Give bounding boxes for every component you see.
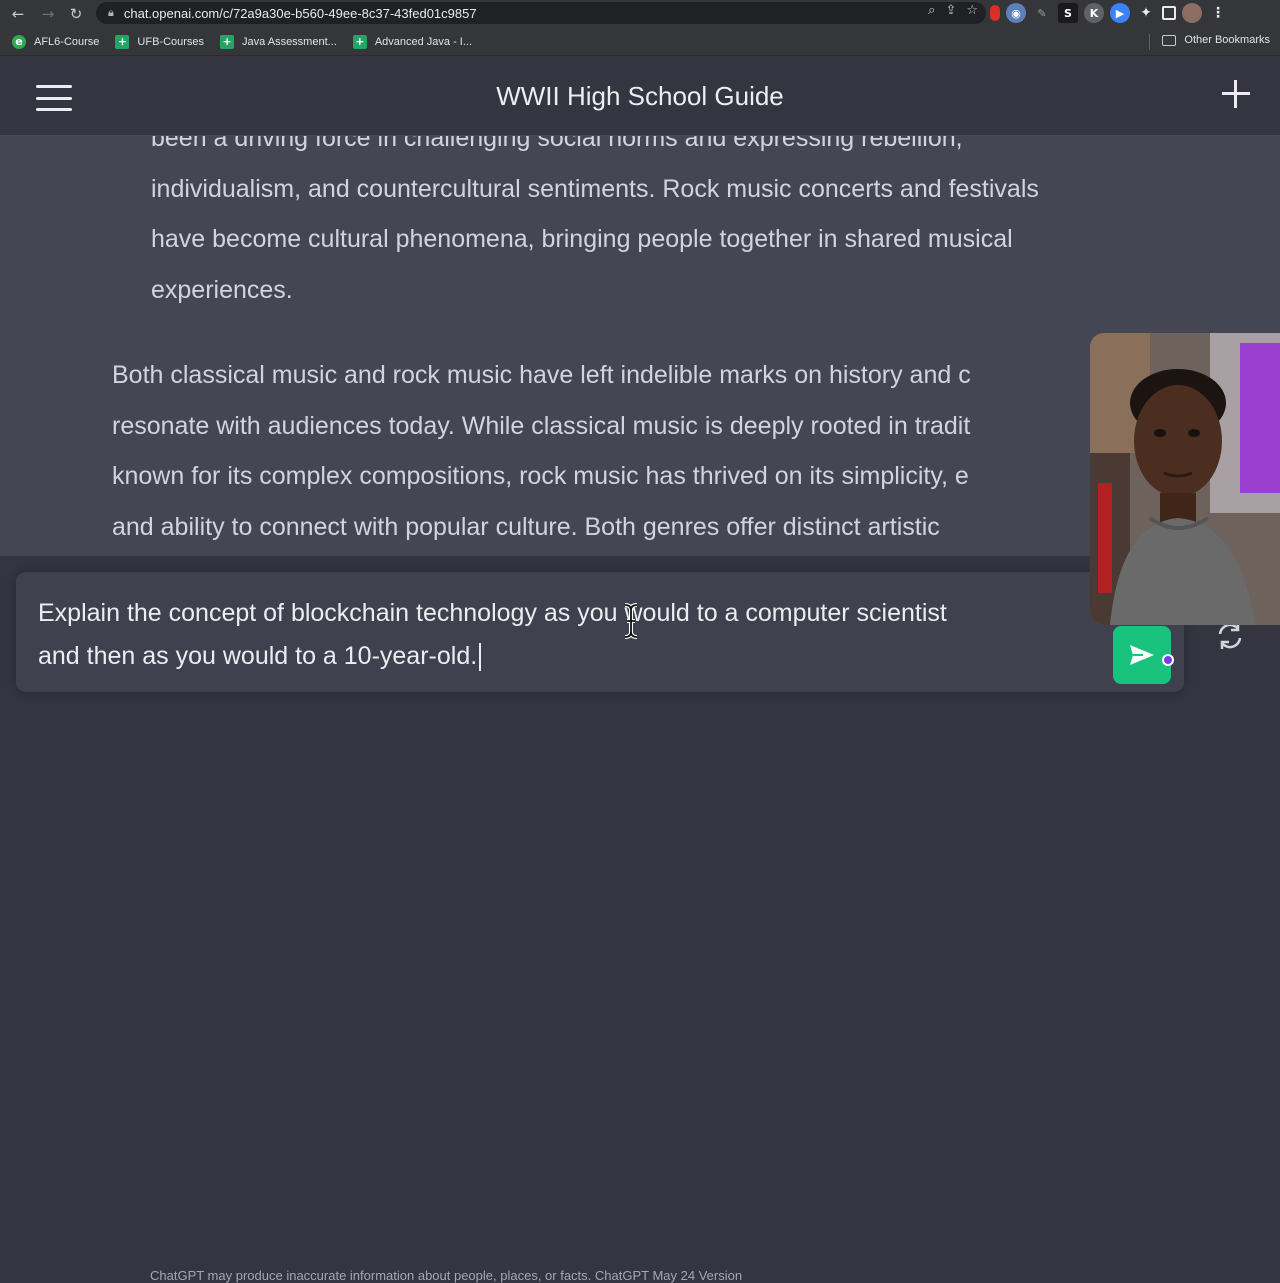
send-button[interactable] bbox=[1113, 626, 1171, 684]
status-dot bbox=[1162, 654, 1174, 666]
bookmark-item[interactable]: + Advanced Java - I... bbox=[352, 34, 473, 49]
webcam-overlay bbox=[1090, 333, 1280, 625]
extension-blue-icon[interactable]: ▶ bbox=[1110, 3, 1130, 23]
bookmark-item[interactable]: + UFB-Courses bbox=[115, 34, 205, 49]
ibeam-cursor-icon bbox=[624, 603, 638, 639]
prompt-text[interactable]: Explain the concept of blockchain techno… bbox=[38, 592, 1118, 678]
list-item-text: been a driving force in challenging soci… bbox=[151, 136, 1211, 315]
send-arrow-icon bbox=[1130, 645, 1154, 665]
prompt-line: Explain the concept of blockchain techno… bbox=[38, 599, 947, 627]
puzzle-icon[interactable]: ✦ bbox=[1136, 3, 1156, 23]
reload-icon[interactable]: ↻ bbox=[64, 2, 88, 26]
url-text: chat.openai.com/c/72a9a30e-b560-49ee-8c3… bbox=[123, 5, 477, 21]
presenter-video bbox=[1090, 333, 1280, 625]
assistant-message: been a driving force in challenging soci… bbox=[0, 136, 1280, 556]
message-line: have become cultural phenomena, bringing… bbox=[151, 225, 1013, 253]
disclaimer-text: ChatGPT may produce inaccurate informati… bbox=[150, 1268, 743, 1283]
message-line: experiences. bbox=[151, 275, 293, 304]
text-caret bbox=[479, 643, 482, 672]
bookmark-item[interactable]: e AFL6-Course bbox=[12, 34, 100, 49]
bookmark-item[interactable]: + Java Assessment... bbox=[220, 34, 337, 49]
extension-circle-icon[interactable]: ◉ bbox=[1006, 3, 1026, 23]
prompt-line: and then as you would to a 10-year-old. bbox=[38, 642, 478, 670]
folder-icon bbox=[1162, 34, 1177, 46]
message-line: individualism, and countercultural senti… bbox=[151, 174, 1039, 203]
back-arrow-icon[interactable]: ← bbox=[6, 2, 30, 26]
bookmark-star-icon[interactable]: ☆ bbox=[966, 3, 978, 18]
other-bookmarks-label: Other Bookmarks bbox=[1184, 34, 1270, 46]
sheets-icon: + bbox=[220, 34, 235, 49]
other-bookmarks[interactable]: Other Bookmarks bbox=[1162, 34, 1270, 46]
bookmark-label: Advanced Java - I... bbox=[374, 35, 473, 48]
extension-pen-icon[interactable]: ✎ bbox=[1032, 3, 1052, 23]
prompt-input[interactable]: Explain the concept of blockchain techno… bbox=[16, 572, 1184, 692]
sheets-icon: + bbox=[352, 34, 367, 49]
bookmark-label: Java Assessment... bbox=[242, 35, 337, 48]
sidebar-toggle-icon[interactable] bbox=[1162, 6, 1176, 20]
share-icon[interactable]: ⇪ bbox=[945, 3, 956, 18]
globe-icon: e bbox=[12, 34, 26, 49]
bookmark-label: AFL6-Course bbox=[34, 35, 100, 48]
new-chat-plus-icon[interactable] bbox=[1220, 78, 1252, 110]
extensions-tray: ◉ ✎ S K ▶ ✦ ⋮ bbox=[990, 3, 1228, 23]
sheets-icon: + bbox=[115, 34, 130, 49]
lock-icon: 🔒︎ bbox=[108, 6, 114, 19]
composer-area: Explain the concept of blockchain techno… bbox=[0, 556, 1280, 1283]
bookmarks-bar: e AFL6-Course + UFB-Courses + Java Asses… bbox=[0, 28, 1280, 56]
message-line: been a driving force in challenging soci… bbox=[151, 136, 963, 152]
bookmarks-divider bbox=[1149, 34, 1150, 50]
browser-menu-icon[interactable]: ⋮ bbox=[1208, 3, 1228, 23]
extension-s-icon[interactable]: S bbox=[1058, 3, 1078, 23]
extension-k-icon[interactable]: K bbox=[1084, 3, 1104, 23]
extension-red-icon[interactable] bbox=[990, 5, 1000, 21]
bookmark-label: UFB-Courses bbox=[137, 35, 205, 48]
browser-toolbar: ← → ↻ 🔒︎ chat.openai.com/c/72a9a30e-b560… bbox=[0, 0, 1280, 28]
page-title: WWII High School Guide bbox=[496, 81, 784, 111]
forward-arrow-icon[interactable]: → bbox=[36, 2, 60, 26]
profile-avatar[interactable] bbox=[1182, 3, 1202, 23]
menu-icon[interactable] bbox=[36, 85, 72, 111]
address-bar[interactable]: 🔒︎ chat.openai.com/c/72a9a30e-b560-49ee-… bbox=[96, 2, 986, 24]
chat-header: WWII High School Guide bbox=[0, 58, 1280, 136]
zoom-icon[interactable]: ⌕ bbox=[928, 3, 935, 18]
